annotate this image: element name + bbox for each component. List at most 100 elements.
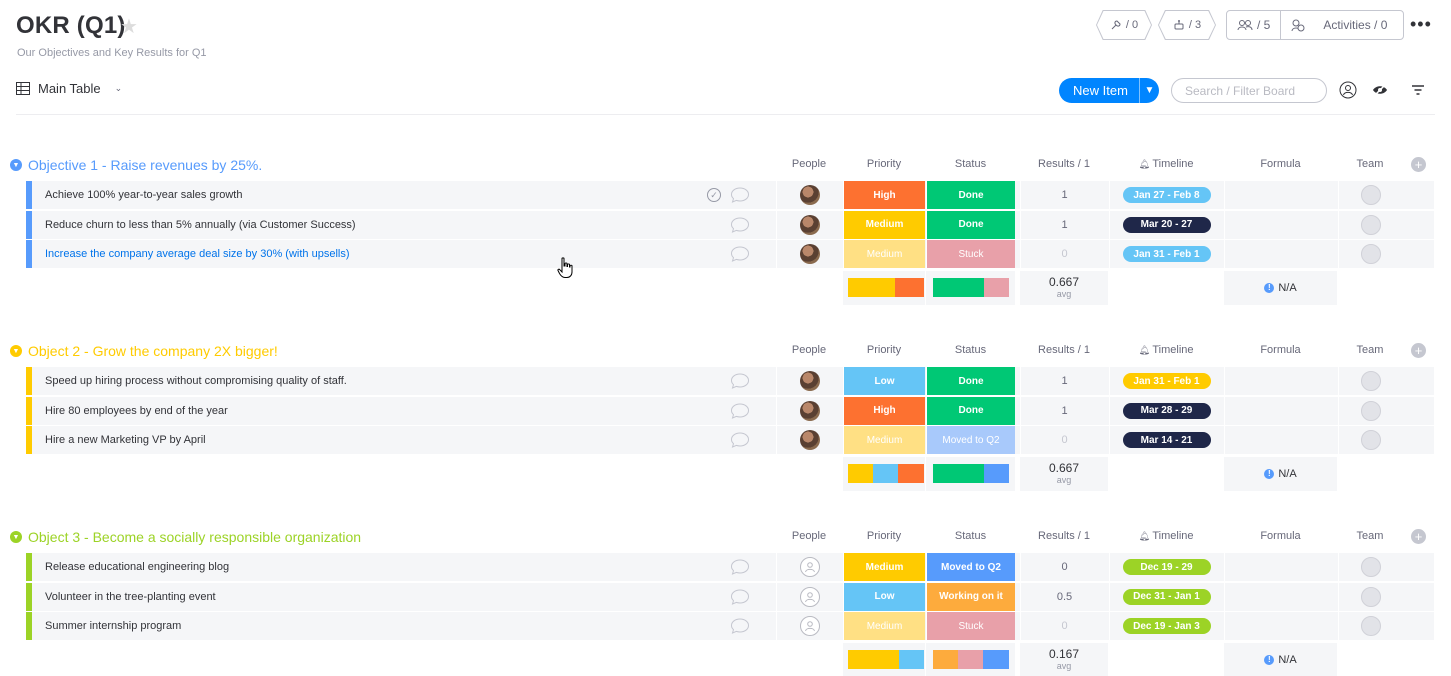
timeline-pill[interactable]: Jan 27 - Feb 8	[1122, 187, 1211, 203]
collapse-chevron-icon[interactable]: ▼	[10, 159, 22, 171]
cell-team[interactable]	[1338, 181, 1402, 209]
cell-results[interactable]: 1	[1020, 210, 1108, 239]
cell-people[interactable]	[776, 396, 842, 425]
item-name[interactable]: Summer internship program	[45, 620, 181, 632]
priority-label[interactable]: High	[844, 396, 925, 425]
cell-results[interactable]: 1	[1020, 396, 1108, 425]
cell-status[interactable]: Done	[926, 210, 1015, 239]
table-row[interactable]: Increase the company average deal size b…	[26, 240, 1434, 268]
cell-team[interactable]	[1338, 426, 1402, 454]
comment-bubble-icon[interactable]	[730, 588, 750, 606]
cell-results[interactable]: 0	[1020, 240, 1108, 268]
item-name[interactable]: Reduce churn to less than 5% annually (v…	[45, 219, 356, 231]
table-row[interactable]: Speed up hiring process without compromi…	[26, 367, 1434, 395]
cell-team[interactable]	[1338, 396, 1402, 425]
status-label[interactable]: Stuck	[927, 612, 1015, 640]
group-title[interactable]: ▼ Object 2 - Grow the company 2X bigger!	[10, 341, 278, 361]
cell-priority[interactable]: High	[843, 396, 925, 425]
column-header-status[interactable]: Status	[926, 158, 1015, 170]
column-header-priority[interactable]: Priority	[843, 158, 925, 170]
column-header-priority[interactable]: Priority	[843, 344, 925, 356]
column-header-status[interactable]: Status	[926, 344, 1015, 356]
priority-label[interactable]: Medium	[844, 240, 925, 268]
item-name[interactable]: Hire 80 employees by end of the year	[45, 405, 228, 417]
status-label[interactable]: Stuck	[927, 240, 1015, 268]
cell-timeline[interactable]: Mar 28 - 29	[1109, 396, 1223, 425]
priority-label[interactable]: Medium	[844, 553, 925, 581]
column-header-timeline[interactable]: 🔔︎ Timeline	[1109, 344, 1223, 356]
status-summary-bar[interactable]	[933, 463, 1009, 483]
timeline-pill[interactable]: Dec 19 - 29	[1122, 559, 1211, 575]
timeline-pill[interactable]: Mar 20 - 27	[1122, 216, 1211, 233]
priority-label[interactable]: High	[844, 181, 925, 209]
cell-status[interactable]: Working on it	[926, 582, 1015, 611]
table-row[interactable]: Hire a new Marketing VP by April Medium Mo…	[26, 426, 1434, 454]
empty-person-icon[interactable]	[799, 616, 820, 636]
cell-formula[interactable]	[1224, 210, 1337, 239]
cell-formula[interactable]	[1224, 396, 1337, 425]
result-value[interactable]: 1	[1061, 375, 1067, 387]
cell-priority[interactable]: Medium	[843, 612, 925, 640]
info-icon[interactable]: !	[1264, 468, 1275, 479]
collapse-chevron-icon[interactable]: ▼	[10, 345, 22, 357]
column-header-timeline[interactable]: 🔔︎ Timeline	[1109, 530, 1223, 542]
cell-people[interactable]	[776, 582, 842, 611]
cell-formula[interactable]	[1224, 240, 1337, 268]
cell-team[interactable]	[1338, 240, 1402, 268]
column-header-team[interactable]: Team	[1338, 530, 1402, 542]
result-value[interactable]: 0	[1061, 561, 1067, 573]
cell-priority[interactable]: Medium	[843, 426, 925, 454]
search-filter-input[interactable]: Search / Filter Board	[1171, 78, 1327, 103]
priority-summary-bar[interactable]	[848, 277, 924, 297]
table-row[interactable]: Reduce churn to less than 5% annually (v…	[26, 210, 1434, 239]
group-title-text[interactable]: Object 3 - Become a socially responsible…	[28, 529, 361, 545]
table-row[interactable]: Achieve 100% year-to-year sales growth ✓ H…	[26, 181, 1434, 209]
cell-timeline[interactable]: Dec 31 - Jan 1	[1109, 582, 1223, 611]
priority-label[interactable]: Medium	[844, 426, 925, 454]
column-header-status[interactable]: Status	[926, 530, 1015, 542]
column-header-people[interactable]: People	[776, 344, 842, 356]
cell-timeline[interactable]: Mar 14 - 21	[1109, 426, 1223, 454]
cell-team[interactable]	[1338, 367, 1402, 395]
column-header-formula[interactable]: Formula	[1224, 344, 1337, 356]
cell-results[interactable]: 0	[1020, 426, 1108, 454]
cell-priority[interactable]: Medium	[843, 553, 925, 581]
comment-bubble-icon[interactable]	[730, 402, 750, 420]
integrations-button[interactable]: / 0	[1096, 10, 1152, 40]
board-title[interactable]: OKR (Q1)	[16, 12, 126, 40]
cell-people[interactable]	[776, 240, 842, 268]
cell-formula[interactable]	[1224, 582, 1337, 611]
cell-team[interactable]	[1338, 582, 1402, 611]
status-label[interactable]: Working on it	[927, 582, 1015, 611]
cell-people[interactable]	[776, 210, 842, 239]
priority-label[interactable]: Medium	[844, 210, 925, 239]
result-value[interactable]: 0	[1061, 248, 1067, 260]
cell-formula[interactable]	[1224, 181, 1337, 209]
result-value[interactable]: 0	[1061, 620, 1067, 632]
cell-status[interactable]: Moved to Q2	[926, 426, 1015, 454]
result-value[interactable]: 0.5	[1057, 591, 1072, 603]
cell-people[interactable]	[776, 553, 842, 581]
avatar[interactable]	[799, 400, 820, 421]
column-header-priority[interactable]: Priority	[843, 530, 925, 542]
team-placeholder-icon[interactable]	[1360, 244, 1381, 264]
group-title[interactable]: ▼ Object 3 - Become a socially responsibl…	[10, 527, 361, 547]
column-header-formula[interactable]: Formula	[1224, 530, 1337, 542]
comment-bubble-icon[interactable]	[730, 431, 750, 449]
empty-person-icon[interactable]	[799, 557, 820, 577]
group-title-text[interactable]: Objective 1 - Raise revenues by 25%.	[28, 157, 262, 173]
members-button[interactable]: / 5	[1227, 11, 1280, 39]
timeline-pill[interactable]: Jan 31 - Feb 1	[1122, 373, 1211, 389]
cell-formula[interactable]	[1224, 367, 1337, 395]
priority-label[interactable]: Low	[844, 367, 925, 395]
automations-button[interactable]: / 3	[1158, 10, 1216, 40]
status-label[interactable]: Done	[927, 396, 1015, 425]
status-summary-bar[interactable]	[933, 649, 1009, 669]
sort-filter-icon[interactable]	[1408, 80, 1428, 100]
avatar[interactable]	[799, 185, 820, 205]
collapse-chevron-icon[interactable]: ▼	[10, 531, 22, 543]
timeline-pill[interactable]: Jan 31 - Feb 1	[1122, 246, 1211, 262]
new-item-button[interactable]: New Item ▼	[1059, 78, 1159, 103]
main-table-view-tab[interactable]: Main Table ⌄	[16, 81, 122, 96]
cell-status[interactable]: Stuck	[926, 240, 1015, 268]
